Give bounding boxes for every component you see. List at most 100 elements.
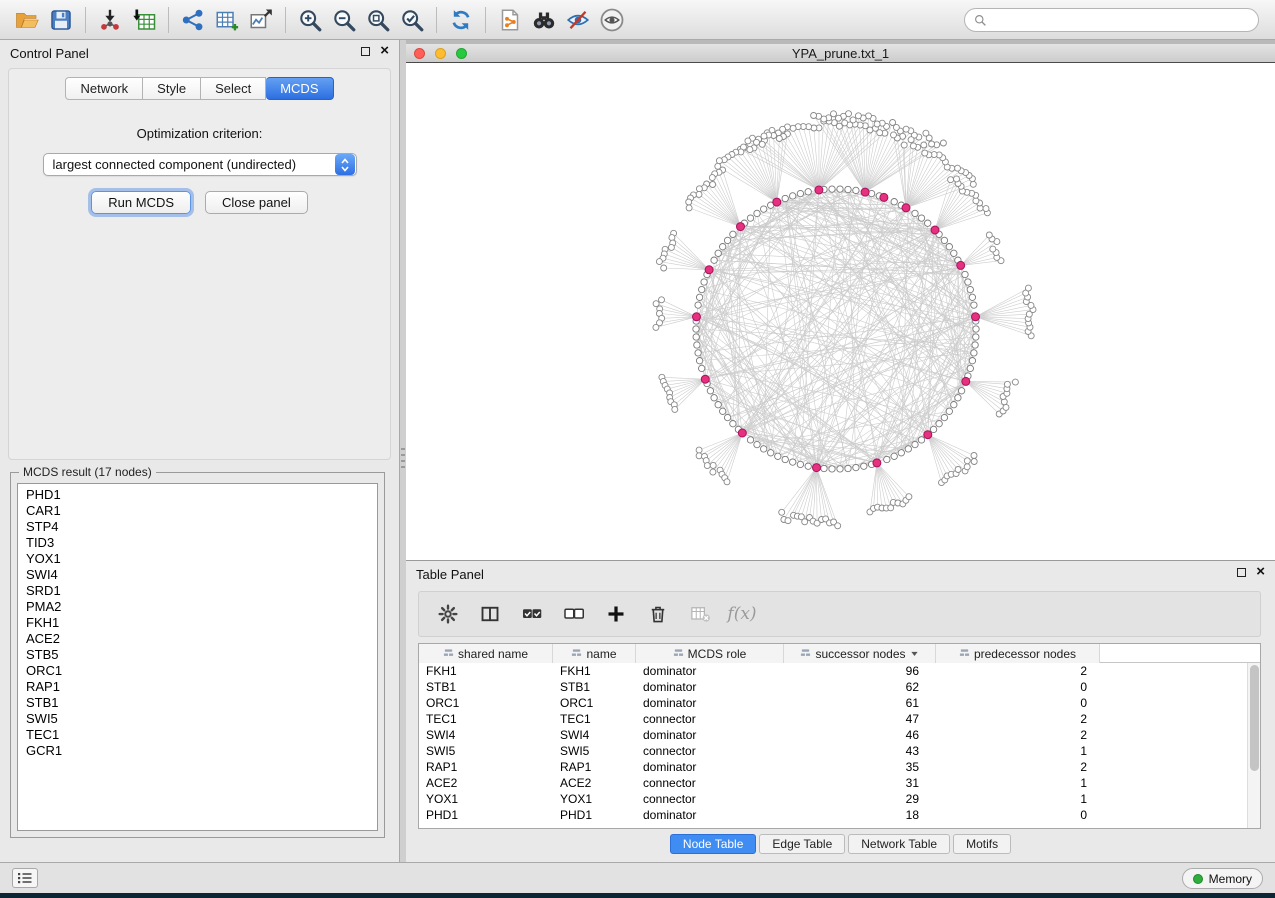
- new-network-button[interactable]: [176, 4, 210, 36]
- table-row[interactable]: PHD1PHD1dominator180: [419, 807, 1260, 823]
- dominator-node[interactable]: [873, 459, 881, 467]
- ring-node[interactable]: [955, 395, 961, 401]
- dominator-node[interactable]: [924, 431, 932, 439]
- leaf-node[interactable]: [696, 191, 702, 197]
- tab-style[interactable]: Style: [143, 77, 201, 100]
- cell-predecessor-nodes[interactable]: 1: [936, 775, 1100, 791]
- ring-node[interactable]: [853, 464, 859, 470]
- show-all-button[interactable]: [595, 4, 629, 36]
- tab-edge-table[interactable]: Edge Table: [759, 834, 845, 854]
- zoom-selected-button[interactable]: [395, 4, 429, 36]
- dominator-node[interactable]: [738, 429, 746, 437]
- ring-node[interactable]: [972, 342, 978, 348]
- zoom-fit-button[interactable]: [361, 4, 395, 36]
- ring-node[interactable]: [768, 450, 774, 456]
- ring-node[interactable]: [829, 186, 835, 192]
- open-session-button[interactable]: [10, 4, 44, 36]
- leaf-node[interactable]: [802, 519, 808, 525]
- cell-name[interactable]: RAP1: [553, 759, 636, 775]
- ring-node[interactable]: [761, 446, 767, 452]
- cell-MCDS-role[interactable]: connector: [636, 775, 784, 791]
- leaf-node[interactable]: [747, 147, 753, 153]
- leaf-node[interactable]: [790, 125, 796, 131]
- import-table-button[interactable]: [127, 4, 161, 36]
- ring-node[interactable]: [918, 437, 924, 443]
- ring-node[interactable]: [837, 186, 843, 192]
- column-header-predecessor-nodes[interactable]: predecessor nodes: [936, 644, 1100, 663]
- leaf-node[interactable]: [656, 259, 662, 265]
- column-header-shared-name[interactable]: shared name: [419, 644, 553, 663]
- leaf-node[interactable]: [971, 453, 977, 459]
- refresh-layout-button[interactable]: [444, 4, 478, 36]
- mcds-result-item[interactable]: ORC1: [26, 663, 369, 679]
- close-panel-button[interactable]: Close panel: [205, 191, 308, 214]
- search-input[interactable]: [992, 10, 1258, 30]
- new-table-button[interactable]: [210, 4, 244, 36]
- cell-name[interactable]: TEC1: [553, 711, 636, 727]
- network-window-titlebar[interactable]: YPA_prune.txt_1: [406, 44, 1275, 63]
- cell-shared-name[interactable]: FKH1: [419, 663, 553, 679]
- ring-node[interactable]: [958, 388, 964, 394]
- close-window-button[interactable]: [414, 48, 425, 59]
- mcds-result-item[interactable]: SRD1: [26, 583, 369, 599]
- leaf-node[interactable]: [776, 136, 782, 142]
- ring-node[interactable]: [747, 437, 753, 443]
- tab-network-table[interactable]: Network Table: [848, 834, 950, 854]
- table-row[interactable]: FKH1FKH1dominator962: [419, 663, 1260, 679]
- leaf-node[interactable]: [811, 113, 817, 119]
- cell-shared-name[interactable]: RAP1: [419, 759, 553, 775]
- leaf-node[interactable]: [940, 140, 946, 146]
- leaf-node[interactable]: [954, 176, 960, 182]
- leaf-node[interactable]: [1003, 404, 1009, 410]
- leaf-node[interactable]: [696, 186, 702, 192]
- tab-mcds[interactable]: MCDS: [266, 77, 333, 100]
- ring-node[interactable]: [699, 286, 705, 292]
- ring-node[interactable]: [967, 286, 973, 292]
- leaf-node[interactable]: [948, 177, 954, 183]
- cell-name[interactable]: YOX1: [553, 791, 636, 807]
- leaf-node[interactable]: [686, 205, 692, 211]
- mcds-result-item[interactable]: RAP1: [26, 679, 369, 695]
- choose-columns-button[interactable]: [475, 599, 505, 629]
- ring-node[interactable]: [853, 187, 859, 193]
- leaf-node[interactable]: [761, 133, 767, 139]
- optimization-criterion-select[interactable]: largest connected component (undirected): [43, 153, 357, 176]
- dominator-node[interactable]: [773, 198, 781, 206]
- ring-node[interactable]: [724, 414, 730, 420]
- cell-successor-nodes[interactable]: 35: [784, 759, 936, 775]
- ring-node[interactable]: [711, 257, 717, 263]
- leaf-node[interactable]: [890, 120, 896, 126]
- leaf-node[interactable]: [929, 141, 935, 147]
- ring-node[interactable]: [782, 195, 788, 201]
- table-scrollbar[interactable]: [1247, 663, 1260, 828]
- cell-shared-name[interactable]: STB1: [419, 679, 553, 695]
- leaf-node[interactable]: [955, 467, 961, 473]
- ring-node[interactable]: [891, 199, 897, 205]
- ring-node[interactable]: [730, 231, 736, 237]
- tab-select[interactable]: Select: [201, 77, 266, 100]
- cell-name[interactable]: STB1: [553, 679, 636, 695]
- float-table-panel-icon[interactable]: [1237, 568, 1246, 577]
- ring-node[interactable]: [973, 334, 979, 340]
- ring-node[interactable]: [720, 408, 726, 414]
- leaf-node[interactable]: [661, 265, 667, 271]
- ring-node[interactable]: [969, 294, 975, 300]
- cell-successor-nodes[interactable]: 31: [784, 775, 936, 791]
- select-all-button[interactable]: [517, 599, 547, 629]
- ring-node[interactable]: [941, 414, 947, 420]
- cell-successor-nodes[interactable]: 47: [784, 711, 936, 727]
- leaf-node[interactable]: [704, 463, 710, 469]
- ring-node[interactable]: [711, 395, 717, 401]
- leaf-node[interactable]: [903, 126, 909, 132]
- table-row[interactable]: ACE2ACE2connector311: [419, 775, 1260, 791]
- leaf-node[interactable]: [745, 138, 751, 144]
- ring-node[interactable]: [694, 342, 700, 348]
- mcds-result-item[interactable]: GCR1: [26, 743, 369, 759]
- tab-motifs[interactable]: Motifs: [953, 834, 1011, 854]
- mcds-result-item[interactable]: SWI4: [26, 567, 369, 583]
- leaf-node[interactable]: [906, 494, 912, 500]
- cell-name[interactable]: ORC1: [553, 695, 636, 711]
- cell-shared-name[interactable]: YOX1: [419, 791, 553, 807]
- ring-node[interactable]: [724, 237, 730, 243]
- ring-node[interactable]: [790, 459, 796, 465]
